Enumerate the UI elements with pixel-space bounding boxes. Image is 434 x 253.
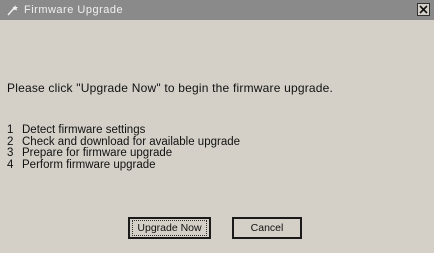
cancel-button[interactable]: Cancel bbox=[232, 217, 302, 239]
step-number: 4 bbox=[7, 158, 14, 171]
step-number: 3 bbox=[7, 147, 14, 159]
step-text: Prepare for firmware upgrade bbox=[22, 147, 173, 159]
step-text: Detect firmware settings bbox=[22, 124, 146, 136]
steps-list: 1 Detect firmware settings 2 Check and d… bbox=[7, 124, 240, 172]
close-icon[interactable] bbox=[417, 3, 430, 16]
intro-text: Please click "Upgrade Now" to begin the … bbox=[7, 81, 334, 95]
upgrade-now-label: Upgrade Now bbox=[132, 220, 207, 236]
title-bar[interactable]: Firmware Upgrade bbox=[0, 0, 434, 20]
step-text: Perform firmware upgrade bbox=[22, 158, 156, 171]
window-title: Firmware Upgrade bbox=[24, 4, 124, 16]
step-number: 1 bbox=[7, 124, 14, 136]
upgrade-now-button[interactable]: Upgrade Now bbox=[128, 217, 211, 239]
wand-icon bbox=[6, 4, 20, 16]
step-item: 3 Prepare for firmware upgrade bbox=[7, 147, 240, 160]
cancel-label: Cancel bbox=[250, 222, 284, 234]
dialog-content: Please click "Upgrade Now" to begin the … bbox=[0, 20, 434, 253]
step-item: 1 Detect firmware settings bbox=[7, 124, 240, 137]
step-item: 4 Perform firmware upgrade bbox=[7, 158, 240, 172]
firmware-upgrade-dialog: Firmware Upgrade Please click "Upgrade N… bbox=[0, 0, 434, 253]
